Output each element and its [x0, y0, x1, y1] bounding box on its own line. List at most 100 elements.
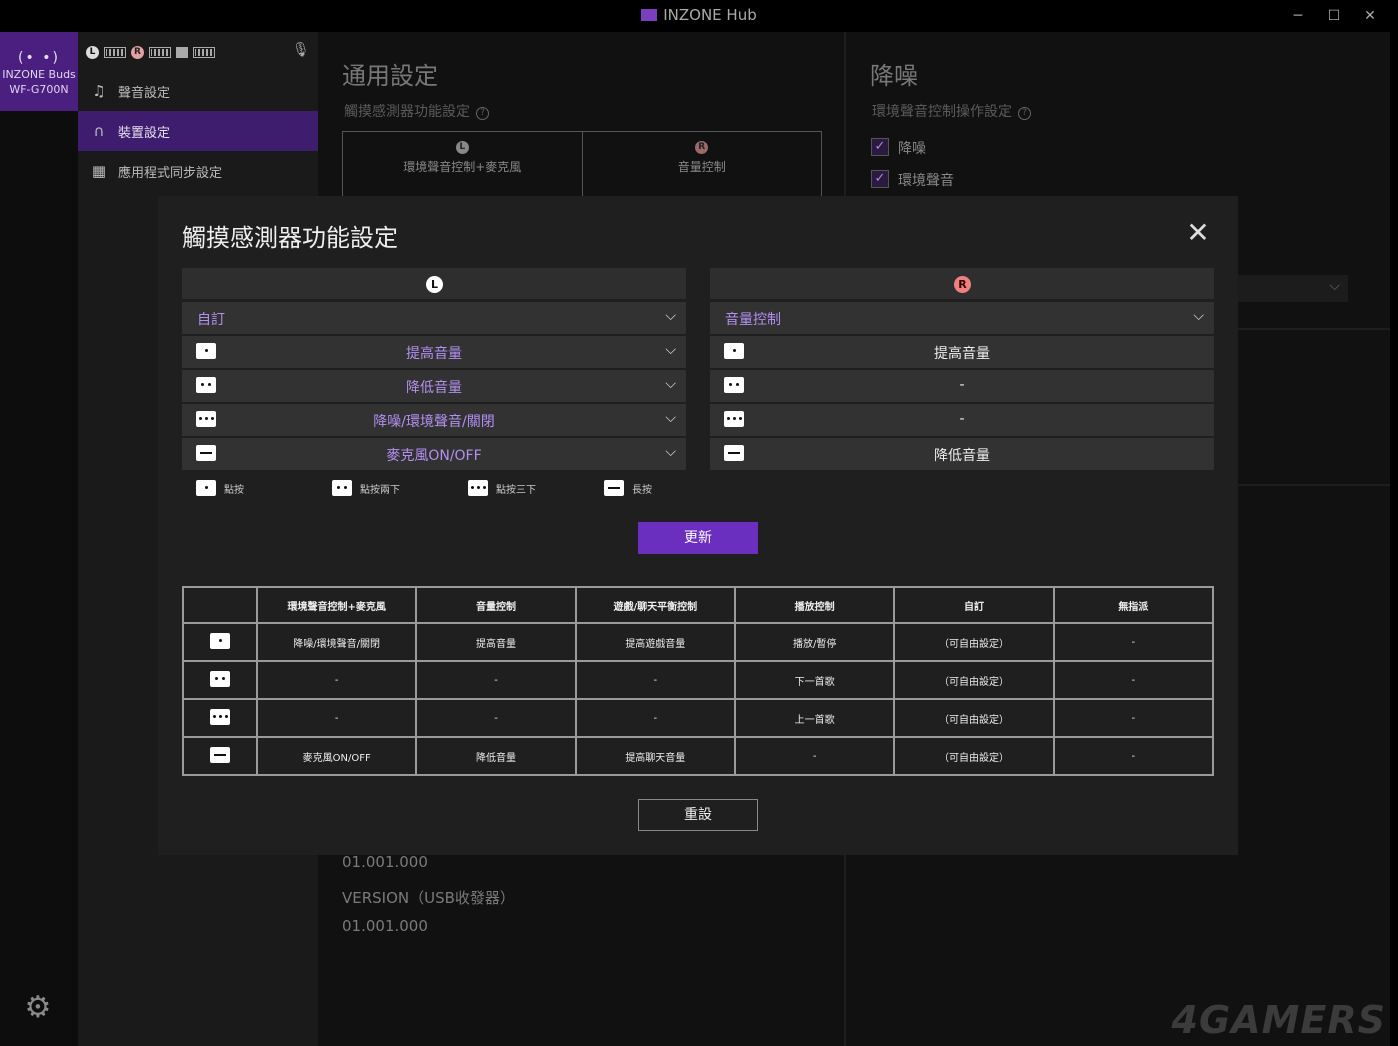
noise-cancel-checkbox[interactable]: ✓ [871, 138, 889, 156]
table-cell: 提高音量 [415, 622, 577, 662]
single-tap-icon [210, 632, 230, 649]
microphone-icon: 🎙 [292, 42, 310, 58]
table-row: 麥克風ON/OFF 降低音量 提高聊天音量 - （可自由設定） - [182, 736, 1215, 776]
headphones-icon: ∩ [93, 122, 105, 140]
app-title: INZONE Hub [0, 6, 1398, 24]
table-cell: 降噪/環境聲音/關閉 [255, 622, 418, 662]
right-long-press-action: 降低音量 [934, 448, 990, 464]
legend-double-tap: 點按兩下 [332, 480, 400, 496]
left-preset-dropdown[interactable]: 自訂 ⌵ [182, 302, 686, 334]
settings-gear-icon[interactable]: ⚙ [22, 992, 54, 1024]
battery-status: L R [86, 42, 215, 62]
right-battery-icon [149, 46, 171, 58]
table-cell: （可自由設定） [893, 622, 1055, 662]
earbuds-icon: (• •) [18, 50, 60, 66]
table-cell: 降低音量 [415, 736, 577, 776]
table-cell: - [255, 660, 418, 700]
touch-sensor-subheading: 觸摸感測器功能設定? [344, 101, 489, 121]
table-cell: （可自由設定） [893, 736, 1055, 776]
ambient-sound-label: 環境聲音 [898, 173, 954, 189]
left-triple-tap-dropdown[interactable]: 降噪/環境聲音/關閉 ⌵ [182, 404, 686, 436]
help-icon[interactable]: ? [1018, 107, 1031, 120]
right-preset-dropdown[interactable]: 音量控制 ⌵ [710, 302, 1214, 334]
right-preset-value: 音量控制 [725, 312, 781, 328]
table-cell: 上一首歌 [733, 698, 896, 738]
touch-config-summary[interactable]: L 環境聲音控制+麥克風 R 音量控制 [342, 131, 822, 201]
left-triple-tap-action: 降噪/環境聲音/關閉 [373, 414, 495, 430]
table-cell: 下一首歌 [733, 660, 896, 700]
table-header: 音量控制 [415, 586, 577, 624]
left-double-tap-dropdown[interactable]: 降低音量 ⌵ [182, 370, 686, 402]
left-long-press-dropdown[interactable]: 麥克風ON/OFF ⌵ [182, 438, 686, 470]
long-press-icon [604, 480, 624, 496]
table-header [182, 586, 258, 624]
chevron-down-icon: ⌵ [1193, 308, 1204, 324]
gesture-cell [182, 698, 258, 738]
left-bud-header: L [182, 268, 686, 299]
right-single-tap-action: 提高音量 [934, 346, 990, 362]
device-tile[interactable]: (• •) INZONE Buds WF-G700N [0, 32, 78, 111]
chevron-down-icon: ⌵ [1329, 278, 1340, 294]
left-bud-badge: L [426, 276, 443, 293]
gesture-cell [182, 736, 258, 776]
background-dropdown[interactable]: ⌵ [1226, 275, 1348, 302]
table-header: 自訂 [893, 586, 1055, 624]
close-window-button[interactable]: ✕ [1360, 6, 1380, 26]
left-single-tap-dropdown[interactable]: 提高音量 ⌵ [182, 336, 686, 368]
ambient-control-subheading: 環境聲音控制操作設定? [872, 101, 1031, 121]
double-tap-icon [210, 670, 230, 687]
table-row: - - - 下一首歌 （可自由設定） - [182, 660, 1215, 700]
ambient-sound-checkbox[interactable]: ✓ [871, 170, 889, 188]
right-long-press-row: 降低音量 [710, 438, 1214, 470]
left-preset-value: 自訂 [197, 312, 225, 328]
right-bud-badge: R [131, 45, 144, 59]
table-header: 環境聲音控制+麥克風 [255, 586, 418, 624]
right-triple-tap-row: - [710, 404, 1214, 436]
triple-tap-icon [468, 480, 488, 496]
left-double-tap-action: 降低音量 [406, 380, 462, 396]
left-battery-icon [104, 46, 126, 58]
table-cell: - [415, 698, 577, 738]
table-header: 播放控制 [733, 586, 896, 624]
watermark: 4GAMERS [1171, 998, 1386, 1042]
table-cell: 麥克風ON/OFF [255, 736, 418, 776]
grid-icon: ▦ [91, 162, 107, 180]
right-double-tap-action: - [959, 377, 965, 393]
gesture-cell [182, 660, 258, 700]
usb-version-label: VERSION（USB收發器） [342, 889, 515, 907]
table-header-row: 環境聲音控制+麥克風 音量控制 遊戲/聊天平衡控制 播放控制 自訂 無指派 [182, 586, 1215, 624]
noise-cancel-heading: 降噪 [870, 62, 918, 90]
legend-long-press: 長按 [604, 480, 652, 496]
right-bud-badge: R [954, 276, 971, 293]
right-triple-tap-action: - [959, 411, 965, 427]
left-bud-badge: L [86, 45, 99, 59]
single-tap-icon [196, 480, 216, 496]
minimize-button[interactable]: ─ [1288, 6, 1308, 26]
menu-item-label: 聲音設定 [118, 85, 171, 101]
menu-item-device-settings[interactable]: ∩ 裝置設定 [78, 111, 318, 151]
maximize-button[interactable]: ☐ [1324, 6, 1344, 26]
help-icon[interactable]: ? [476, 107, 489, 120]
chevron-down-icon: ⌵ [665, 308, 676, 324]
left-single-tap-action: 提高音量 [406, 346, 462, 362]
case-battery-icon [193, 46, 215, 58]
usb-version-value: 01.001.000 [342, 917, 428, 935]
title-bar: INZONE Hub ─ ☐ ✕ [0, 0, 1398, 32]
reset-button[interactable]: 重設 [638, 799, 758, 831]
table-cell: - [255, 698, 418, 738]
triple-tap-icon [210, 708, 230, 725]
device-name: INZONE Buds [2, 68, 76, 81]
menu-item-sound-settings[interactable]: ♫ 聲音設定 [78, 71, 318, 111]
menu-item-app-sync[interactable]: ▦ 應用程式同步設定 [78, 151, 318, 191]
touch-sensor-dialog: 觸摸感測器功能設定 ✕ L 自訂 ⌵ 提高音量 ⌵ 降低音量 ⌵ 降噪/環境聲音… [158, 196, 1238, 855]
gesture-cell [182, 622, 258, 662]
noise-cancel-label: 降噪 [898, 141, 926, 157]
close-icon[interactable]: ✕ [1184, 219, 1212, 248]
update-button[interactable]: 更新 [638, 522, 758, 554]
left-long-press-action: 麥克風ON/OFF [386, 448, 482, 464]
table-cell: - [574, 698, 736, 738]
legend-triple-tap: 點按三下 [468, 480, 536, 496]
general-settings-heading: 通用設定 [342, 62, 438, 90]
right-single-tap-row: 提高音量 [710, 336, 1214, 368]
table-row: - - - 上一首歌 （可自由設定） - [182, 698, 1215, 738]
